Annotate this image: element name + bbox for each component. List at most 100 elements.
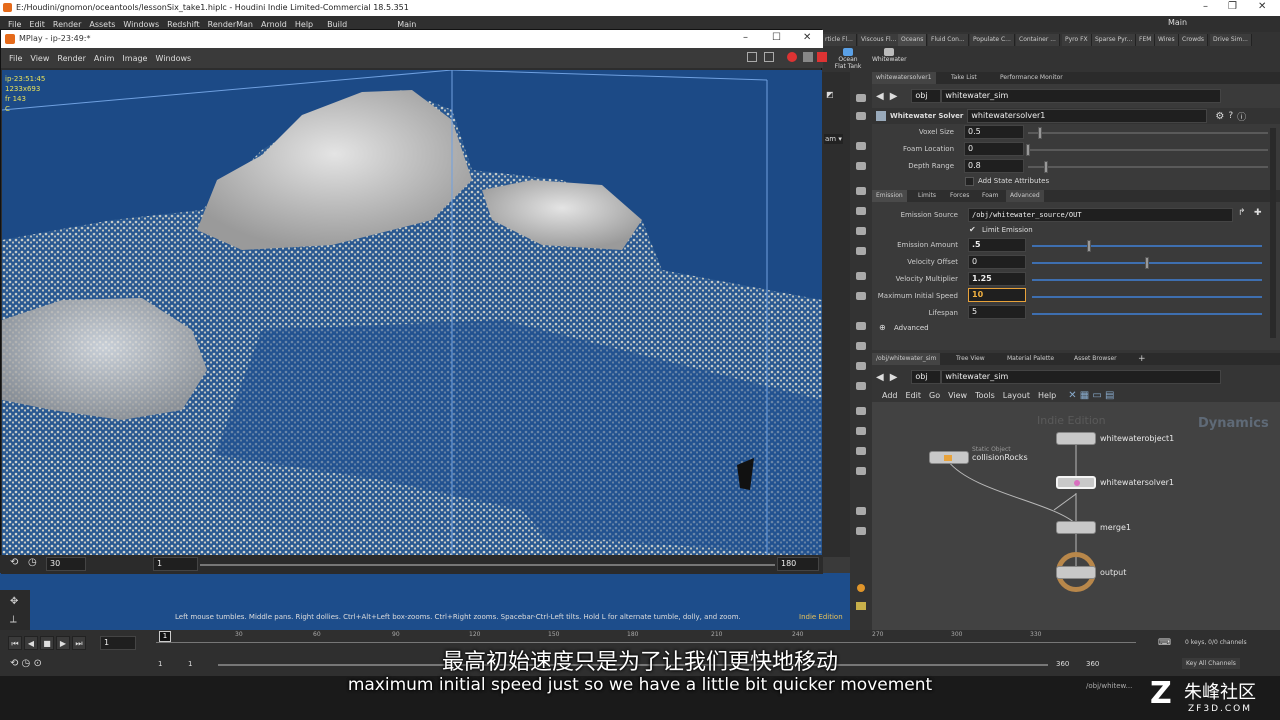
shelf-tab[interactable]: Drive Sim... [1210,34,1252,46]
mplay-close-icon[interactable]: ✕ [803,32,811,43]
shelf-tab[interactable]: rticle Fl... [822,34,857,46]
menu-assets[interactable]: Assets [89,20,115,29]
tab-limits[interactable]: Limits [914,190,940,202]
net-menu-edit[interactable]: Edit [906,391,922,400]
emission-amount-field[interactable]: .5 [968,238,1026,252]
snap-icon[interactable]: ✥ [10,596,18,607]
tab-take-list[interactable]: Take List [947,72,981,84]
time-ruler[interactable] [156,642,1136,643]
mplay-maximize-icon[interactable]: ☐ [772,32,781,43]
depth-range-field[interactable]: 0.8 [964,159,1024,173]
mplay-image-viewport[interactable]: ip-23:51:45 1233x693 fr 143 C [2,70,822,556]
menu-help[interactable]: Help [295,20,313,29]
advanced-folder-label[interactable]: Advanced [894,324,929,332]
foam-location-slider[interactable] [1028,149,1268,151]
tab-whitewatersolver[interactable]: whitewatersolver1 [872,72,936,84]
viewer-tool-icon[interactable]: ◩ [826,90,834,99]
tab-emission[interactable]: Emission [872,190,907,202]
net-back-icon[interactable]: ◀ [876,372,884,383]
net-menu-view[interactable]: View [948,391,967,400]
node-merge[interactable] [1056,521,1096,534]
scene-viewport[interactable]: Left mouse tumbles. Middle pans. Right d… [0,573,850,630]
tab-asset-browser[interactable]: Asset Browser [1070,353,1121,365]
node-whitewatersolver[interactable] [1056,476,1096,489]
mplay-minimize-icon[interactable]: – [743,32,748,43]
whitewater-tool[interactable]: Whitewater [872,48,907,63]
net-menu-add[interactable]: Add [882,391,898,400]
menu-arnold[interactable]: Arnold [261,20,287,29]
mplay-tile2-icon[interactable] [764,52,774,62]
mplay-tile-icon[interactable] [747,52,757,62]
add-state-checkbox[interactable] [965,177,974,186]
net-path-obj[interactable]: obj [911,370,942,384]
net-menu-tools[interactable]: Tools [975,391,995,400]
emission-amount-knob[interactable] [1087,240,1091,252]
emission-source-field[interactable]: /obj/whitewater_source/OUT [968,208,1233,222]
shelf-tab[interactable]: Container ... [1016,34,1060,46]
mplay-stop-icon[interactable] [803,52,813,62]
menu-windows[interactable]: Windows [123,20,159,29]
shelf-tab[interactable]: FEM [1136,34,1156,46]
velocity-multiplier-field[interactable]: 1.25 [968,272,1026,286]
back-icon[interactable]: ◀ [876,91,884,102]
shelf-tab[interactable]: Fluid Con... [928,34,969,46]
velocity-multiplier-slider[interactable] [1032,279,1262,281]
depth-range-knob[interactable] [1044,161,1048,173]
mplay-range-slider[interactable] [200,564,775,566]
jump-icon[interactable]: ↱ [1238,208,1246,218]
tab-forces[interactable]: Forces [946,190,973,202]
shelf-tab-oceans[interactable]: Oceans [898,34,928,46]
voxel-size-slider[interactable] [1028,132,1268,134]
build-desktop-select[interactable]: Build [327,20,347,29]
depth-range-slider[interactable] [1028,166,1268,168]
velocity-offset-knob[interactable] [1145,257,1149,269]
mplay-menu-image[interactable]: Image [122,54,147,63]
voxel-size-field[interactable]: 0.5 [964,125,1024,139]
tab-obj-whitewater-sim[interactable]: /obj/whitewater_sim [872,353,941,365]
mplay-record-icon[interactable] [787,52,797,62]
lifespan-slider[interactable] [1032,313,1262,315]
net-path-node[interactable]: whitewater_sim [941,370,1222,384]
mplay-menu-anim[interactable]: Anim [94,54,115,63]
add-tab-icon[interactable]: + [1134,353,1150,365]
minimize-icon[interactable]: – [1203,1,1208,12]
close-icon[interactable]: ✕ [1258,1,1266,12]
menu-edit[interactable]: Edit [29,20,45,29]
main-desktop-select[interactable]: Main [397,20,416,29]
mplay-menu-file[interactable]: File [9,54,22,63]
path-node[interactable]: whitewater_sim [941,89,1222,103]
path-obj[interactable]: obj [911,89,942,103]
info-icon[interactable]: ⓘ [1237,110,1246,123]
param-scrollbar[interactable] [1270,128,1276,338]
mplay-range-start[interactable]: 1 [153,557,198,571]
max-initial-speed-slider[interactable] [1032,296,1262,298]
help-icon[interactable]: ? [1228,111,1233,121]
tab-performance-monitor[interactable]: Performance Monitor [996,72,1067,84]
mplay-realtime-icon[interactable]: ◷ [28,557,37,568]
forward-icon[interactable]: ▶ [890,91,898,102]
node-whitewaterobject[interactable] [1056,432,1096,445]
mplay-range-end[interactable]: 180 [777,557,819,571]
voxel-size-knob[interactable] [1038,127,1042,139]
mplay-fps-field[interactable]: 30 [46,557,86,571]
right-desktop-select[interactable]: Main [1168,18,1187,27]
node-collision-rocks[interactable] [929,451,969,464]
shelf-tab[interactable]: Viscous Fl... [858,34,901,46]
shelf-tab[interactable]: Populate C... [970,34,1015,46]
foam-location-knob[interactable] [1026,144,1030,156]
node-output[interactable] [1056,566,1096,579]
limit-emission-check-icon[interactable]: ✔ [969,225,976,234]
menu-file[interactable]: File [8,20,21,29]
menu-render[interactable]: Render [53,20,81,29]
mplay-delete-icon[interactable] [817,52,827,62]
emission-amount-slider[interactable] [1032,245,1262,247]
velocity-offset-field[interactable]: 0 [968,255,1026,269]
menu-redshift[interactable]: Redshift [167,20,199,29]
maximize-icon[interactable]: ❐ [1228,1,1237,12]
menu-renderman[interactable]: RenderMan [208,20,253,29]
net-menu-go[interactable]: Go [929,391,940,400]
playhead-marker[interactable]: 1 [159,631,171,642]
network-canvas[interactable]: Indie Edition Dynamics Static Object col… [872,402,1280,630]
shelf-tab[interactable]: Wires [1155,34,1179,46]
mplay-menu-windows[interactable]: Windows [155,54,191,63]
